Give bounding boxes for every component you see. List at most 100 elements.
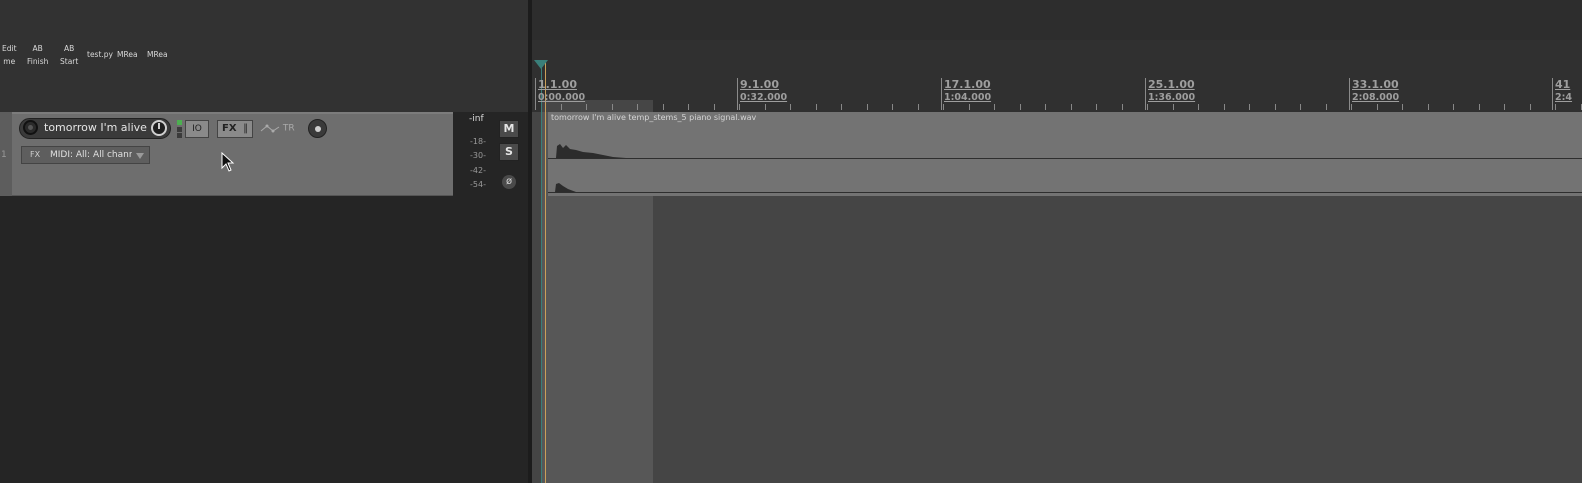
record-arm-button[interactable]: [23, 120, 38, 135]
ruler-bar-label: 9.1.00: [740, 78, 779, 91]
ruler-tick: [1173, 104, 1174, 110]
ruler-tick: [943, 104, 944, 110]
io-led-icon: [177, 127, 182, 132]
ruler-tick: [1147, 104, 1148, 110]
ruler-tick: [1555, 104, 1556, 110]
envelope-icon: [260, 124, 280, 133]
ruler-tick: [1122, 104, 1123, 110]
ruler-time-label: 2:4: [1555, 92, 1573, 103]
waveform-channel-2: [555, 183, 576, 192]
solo-button[interactable]: S: [499, 143, 519, 161]
ruler-tick: [1402, 104, 1403, 110]
waveform-baseline: [548, 192, 1582, 193]
envelope-button[interactable]: TR: [260, 123, 295, 134]
ruler-tick: [867, 104, 868, 110]
ruler-tick: [714, 104, 715, 110]
ruler-tick: [1300, 104, 1301, 110]
arrange-top-area: [532, 0, 1582, 40]
ruler-time-label: 0:00.000: [538, 92, 586, 103]
toolbar-button-mrea-1[interactable]: MRea: [117, 48, 138, 61]
midi-input-select[interactable]: FX MIDI: All: All channe: [21, 146, 150, 164]
ruler-bar-label: 17.1.00: [944, 78, 991, 91]
ruler-tick: [663, 104, 664, 110]
track-name[interactable]: tomorrow I'm alive t: [44, 121, 148, 134]
ruler-tick: [739, 104, 740, 110]
playhead[interactable]: [545, 60, 546, 483]
fx-button-label: FX: [222, 123, 237, 134]
ruler-tick: [1198, 104, 1199, 110]
dropdown-arrow-icon: [136, 153, 144, 159]
volume-knob[interactable]: [151, 120, 167, 136]
fx-bypass-icon: ‖: [243, 123, 249, 134]
waveform-baseline: [548, 158, 1582, 159]
ruler-bar-label: 25.1.00: [1148, 78, 1195, 91]
trim-label: TR: [282, 123, 295, 134]
ruler-tick: [969, 104, 970, 110]
ruler-tick: [1326, 104, 1327, 110]
ruler-tick: [1224, 104, 1225, 110]
meter-peak-readout[interactable]: -inf: [469, 114, 484, 124]
ruler-tick: [1504, 104, 1505, 110]
ruler-marker-line: [737, 78, 738, 110]
toolbar-button-ab-start[interactable]: AB Start: [60, 42, 78, 68]
ruler-tick: [1071, 104, 1072, 110]
toolbar: Edit me AB Finish AB Start test.py MRea …: [0, 0, 532, 112]
pan-knob[interactable]: [308, 119, 327, 138]
ruler-tick: [994, 104, 995, 110]
ruler-tick: [535, 104, 536, 110]
ruler-tick: [841, 104, 842, 110]
midi-input-value: MIDI: All: All channe: [50, 150, 132, 160]
ruler-tick: [1249, 104, 1250, 110]
toolbar-button-edit-me[interactable]: Edit me: [2, 42, 17, 68]
ruler-bar-label: 41: [1555, 78, 1571, 91]
toolbar-button-test-py[interactable]: test.py: [87, 48, 113, 61]
ruler-tick: [892, 104, 893, 110]
track-number: 1: [1, 150, 7, 160]
ruler-time-label: 1:36.000: [1148, 92, 1196, 103]
playhead-marker-icon[interactable]: [534, 60, 548, 69]
edit-cursor[interactable]: [541, 60, 542, 483]
ruler-tick: [1377, 104, 1378, 110]
ruler-marker-line: [1552, 78, 1553, 110]
ruler-marker-line: [1145, 78, 1146, 110]
ruler-time-label: 0:32.000: [740, 92, 788, 103]
ruler-tick: [1351, 104, 1352, 110]
ruler-tick: [1096, 104, 1097, 110]
meter-tick: -30-: [470, 151, 486, 160]
ruler-tick: [612, 104, 613, 110]
ruler-tick: [688, 104, 689, 110]
ruler-bar-label: 1.1.00: [538, 78, 577, 91]
ruler-tick: [1479, 104, 1480, 110]
waveform-channel-1: [556, 144, 626, 158]
ruler-tick: [790, 104, 791, 110]
ruler-tick: [561, 104, 562, 110]
ruler-tick: [1453, 104, 1454, 110]
io-led-icon: [177, 120, 182, 125]
ruler-marker-line: [1349, 78, 1350, 110]
meter-tick: -18-: [470, 137, 486, 146]
meter-tick: -54-: [470, 180, 486, 189]
ruler-tick: [586, 104, 587, 110]
ruler-time-label: 2:08.000: [1352, 92, 1400, 103]
ruler-tick: [1530, 104, 1531, 110]
mute-button[interactable]: M: [499, 120, 519, 138]
input-fx-label[interactable]: FX: [30, 147, 40, 163]
io-button[interactable]: IO: [185, 120, 209, 138]
phase-invert-button[interactable]: ø: [502, 175, 516, 189]
timeline-ruler[interactable]: [532, 40, 1582, 112]
ruler-time-label: 1:04.000: [944, 92, 992, 103]
toolbar-button-mrea-2[interactable]: MRea: [147, 48, 168, 61]
ruler-tick: [1045, 104, 1046, 110]
ruler-marker-line: [941, 78, 942, 110]
mouse-cursor-icon: [221, 152, 235, 172]
ruler-tick: [816, 104, 817, 110]
fx-button[interactable]: FX ‖: [217, 120, 253, 138]
ruler-bar-label: 33.1.00: [1352, 78, 1399, 91]
io-led-icon: [177, 133, 182, 138]
ruler-tick: [765, 104, 766, 110]
media-item-title: tomorrow I'm alive temp_stems_5 piano si…: [551, 113, 757, 122]
toolbar-button-ab-finish[interactable]: AB Finish: [27, 42, 48, 68]
ruler-tick: [1020, 104, 1021, 110]
ruler-tick: [1428, 104, 1429, 110]
media-item[interactable]: [547, 112, 1582, 196]
